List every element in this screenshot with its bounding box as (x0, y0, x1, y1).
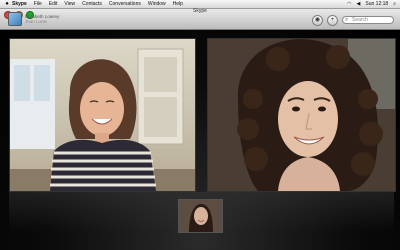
menubar-clock[interactable]: Sun 12:18 (365, 0, 388, 8)
menubar-status: ◠ ◀ Sun 12:18 ⌕ (347, 0, 396, 8)
participant-video-right[interactable] (207, 38, 396, 192)
search-icon: ⌕ (345, 17, 349, 23)
wifi-icon[interactable]: ◠ (347, 0, 351, 8)
volume-icon[interactable]: ◀ (357, 0, 361, 8)
participant-video-left[interactable] (9, 38, 196, 192)
window-titlebar: Skype (0, 8, 400, 30)
window-title: Skype (193, 8, 207, 14)
search-placeholder: Search (352, 17, 368, 23)
apple-menu-icon[interactable]: ● (4, 0, 10, 8)
menu-help[interactable]: Help (173, 0, 183, 8)
self-view-video[interactable] (178, 199, 223, 233)
menu-conversations[interactable]: Conversations (109, 0, 141, 8)
add-icon[interactable]: + (327, 15, 338, 26)
camera-icon[interactable]: ◉ (312, 15, 323, 26)
menu-skype[interactable]: Skype (12, 0, 27, 8)
menu-list: Skype File Edit View Contacts Conversati… (12, 0, 183, 8)
menu-contacts[interactable]: Contacts (82, 0, 102, 8)
video-call-stage (0, 30, 400, 250)
participant-right-image (208, 39, 395, 191)
toolbar-icons: ◉ + (312, 15, 338, 26)
menu-view[interactable]: View (64, 0, 75, 8)
menu-file[interactable]: File (34, 0, 42, 8)
contact-names: Elizabeth Lowrey Jhan Lunie (25, 14, 59, 24)
menu-edit[interactable]: Edit (49, 0, 58, 8)
contact-subtitle: Jhan Lunie (25, 19, 48, 24)
self-view-image (179, 200, 222, 232)
menu-window[interactable]: Window (148, 0, 166, 8)
avatar (8, 12, 22, 26)
call-contact[interactable]: Elizabeth Lowrey Jhan Lunie (8, 11, 59, 27)
participant-left-image (10, 48, 195, 191)
search-input[interactable]: ⌕ Search (342, 16, 394, 24)
spotlight-icon[interactable]: ⌕ (393, 0, 396, 8)
